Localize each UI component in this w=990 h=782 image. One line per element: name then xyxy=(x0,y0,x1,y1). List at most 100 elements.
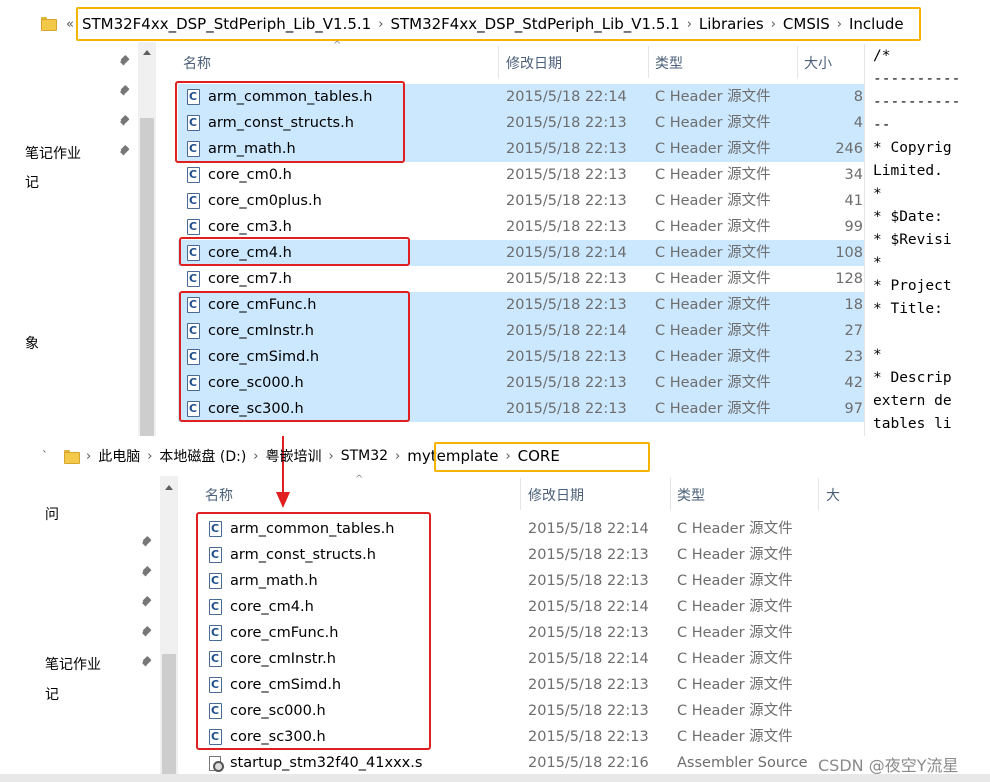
bottom-breadcrumb-lead: ` xyxy=(42,449,48,463)
file-size: 34 xyxy=(844,167,863,183)
col-header-size[interactable]: 大 xyxy=(826,485,840,505)
column-divider xyxy=(670,478,671,510)
file-type: C Header 源文件 xyxy=(655,401,771,417)
preview-line: Limited. xyxy=(873,163,943,179)
file-type: C Header 源文件 xyxy=(655,245,771,261)
file-type: C Header 源文件 xyxy=(655,271,771,287)
preview-line: ---------- xyxy=(873,94,961,110)
nav-item-ji[interactable]: 记 xyxy=(45,684,59,704)
file-date: 2015/5/18 22:13 xyxy=(528,703,649,719)
address-highlight-box xyxy=(76,7,921,41)
file-size: 42 xyxy=(844,375,863,391)
nav-scrollbar-thumb[interactable] xyxy=(140,118,154,436)
preview-line: ---------- xyxy=(873,71,961,87)
col-header-name[interactable]: 名称 xyxy=(205,485,233,505)
col-header-date[interactable]: 修改日期 xyxy=(506,53,562,73)
file-date: 2015/5/18 22:13 xyxy=(528,677,649,693)
pin-icon xyxy=(141,656,153,668)
crumb-training[interactable]: 粤嵌培训 xyxy=(265,446,321,466)
crumb-local-disk[interactable]: 本地磁盘 (D:) xyxy=(159,446,246,466)
table-row[interactable]: core_cm0.h 2015/5/18 22:13 C Header 源文件 34 xyxy=(178,162,864,188)
chevron-right-icon: › xyxy=(253,448,259,464)
file-type: C Header 源文件 xyxy=(655,375,771,391)
sort-ascending-icon: ^ xyxy=(355,474,364,485)
file-type: C Header 源文件 xyxy=(677,521,793,537)
nav-item-xiang[interactable]: 象 xyxy=(25,333,39,353)
pin-icon xyxy=(119,85,131,97)
file-date: 2015/5/18 22:13 xyxy=(528,547,649,563)
file-type: C Header 源文件 xyxy=(677,599,793,615)
pin-icon xyxy=(119,145,131,157)
file-date: 2015/5/18 22:16 xyxy=(528,755,649,771)
chevron-right-icon: › xyxy=(86,448,92,464)
file-date: 2015/5/18 22:13 xyxy=(506,297,627,313)
file-type: C Header 源文件 xyxy=(655,297,771,313)
file-type: C Header 源文件 xyxy=(655,219,771,235)
chevron-right-icon: › xyxy=(328,448,334,464)
file-date: 2015/5/18 22:13 xyxy=(506,167,627,183)
chevron-right-icon: › xyxy=(147,448,153,464)
preview-line: /* xyxy=(873,48,891,64)
annotation-box-core-files xyxy=(179,291,410,422)
c-header-file-icon xyxy=(187,271,200,287)
preview-line: * xyxy=(873,347,882,363)
preview-line: * Descrip xyxy=(873,370,952,386)
column-divider xyxy=(520,478,521,510)
nav-item-ji[interactable]: 记 xyxy=(25,172,39,192)
c-header-file-icon xyxy=(187,193,200,209)
col-header-size[interactable]: 大小 xyxy=(804,53,832,73)
crumb-this-pc[interactable]: 此电脑 xyxy=(98,446,140,466)
file-type: C Header 源文件 xyxy=(655,323,771,339)
nav-item-wen[interactable]: 问 xyxy=(45,504,59,524)
sort-ascending-icon: ^ xyxy=(333,40,342,51)
nav-item-notes[interactable]: 笔记作业 xyxy=(25,143,81,163)
table-row[interactable]: startup_stm32f40_41xxx.s 2015/5/18 22:16 A… xyxy=(200,750,840,776)
overflow-chevron[interactable]: « xyxy=(66,17,74,32)
file-size: 97 xyxy=(844,401,863,417)
preview-line: tables li xyxy=(873,416,952,432)
table-row[interactable]: core_cm7.h 2015/5/18 22:13 C Header 源文件 128 xyxy=(178,266,864,292)
scroll-up-arrow-icon[interactable] xyxy=(143,50,151,55)
file-date: 2015/5/18 22:13 xyxy=(506,115,627,131)
scroll-up-arrow-icon[interactable] xyxy=(165,485,173,490)
file-type: C Header 源文件 xyxy=(677,703,793,719)
col-header-type[interactable]: 类型 xyxy=(677,485,705,505)
top-explorer-window: « STM32F4xx_DSP_StdPeriph_Lib_V1.5.1 › S… xyxy=(0,0,990,436)
column-divider xyxy=(648,46,649,78)
col-header-date[interactable]: 修改日期 xyxy=(528,485,584,505)
file-date: 2015/5/18 22:13 xyxy=(506,375,627,391)
preview-line: -- xyxy=(873,117,891,133)
pin-icon xyxy=(141,536,153,548)
file-type: C Header 源文件 xyxy=(655,167,771,183)
file-date: 2015/5/18 22:14 xyxy=(528,521,649,537)
annotation-box-copied-files xyxy=(196,512,431,750)
file-type: C Header 源文件 xyxy=(677,547,793,563)
col-header-type[interactable]: 类型 xyxy=(655,53,683,73)
preview-line: * Title: xyxy=(873,301,943,317)
file-date: 2015/5/18 22:13 xyxy=(528,729,649,745)
annotation-box-core-cm4 xyxy=(179,237,410,266)
col-header-name[interactable]: 名称 xyxy=(183,53,211,73)
pin-icon xyxy=(119,55,131,67)
column-divider xyxy=(498,46,499,78)
bottom-edge-bar xyxy=(0,774,990,782)
nav-item-notes[interactable]: 笔记作业 xyxy=(45,654,101,674)
file-date: 2015/5/18 22:14 xyxy=(528,651,649,667)
pin-icon xyxy=(141,566,153,578)
file-size: 128 xyxy=(835,271,863,287)
annotation-box-arm-files xyxy=(175,81,405,163)
table-row[interactable]: core_cm0plus.h 2015/5/18 22:13 C Header 源文… xyxy=(178,188,864,214)
file-date: 2015/5/18 22:14 xyxy=(528,599,649,615)
file-size: 27 xyxy=(844,323,863,339)
watermark: CSDN @夜空Y流星 xyxy=(818,756,959,775)
nav-scrollbar-thumb[interactable] xyxy=(162,654,176,782)
file-type: C Header 源文件 xyxy=(655,89,771,105)
crumb-stm32[interactable]: STM32 xyxy=(341,448,388,464)
folder-icon xyxy=(64,450,80,464)
file-date: 2015/5/18 22:13 xyxy=(506,349,627,365)
file-type: C Header 源文件 xyxy=(677,729,793,745)
file-size: 4 xyxy=(853,115,863,131)
preview-line: * xyxy=(873,186,882,202)
file-type: C Header 源文件 xyxy=(655,193,771,209)
file-type: C Header 源文件 xyxy=(677,625,793,641)
